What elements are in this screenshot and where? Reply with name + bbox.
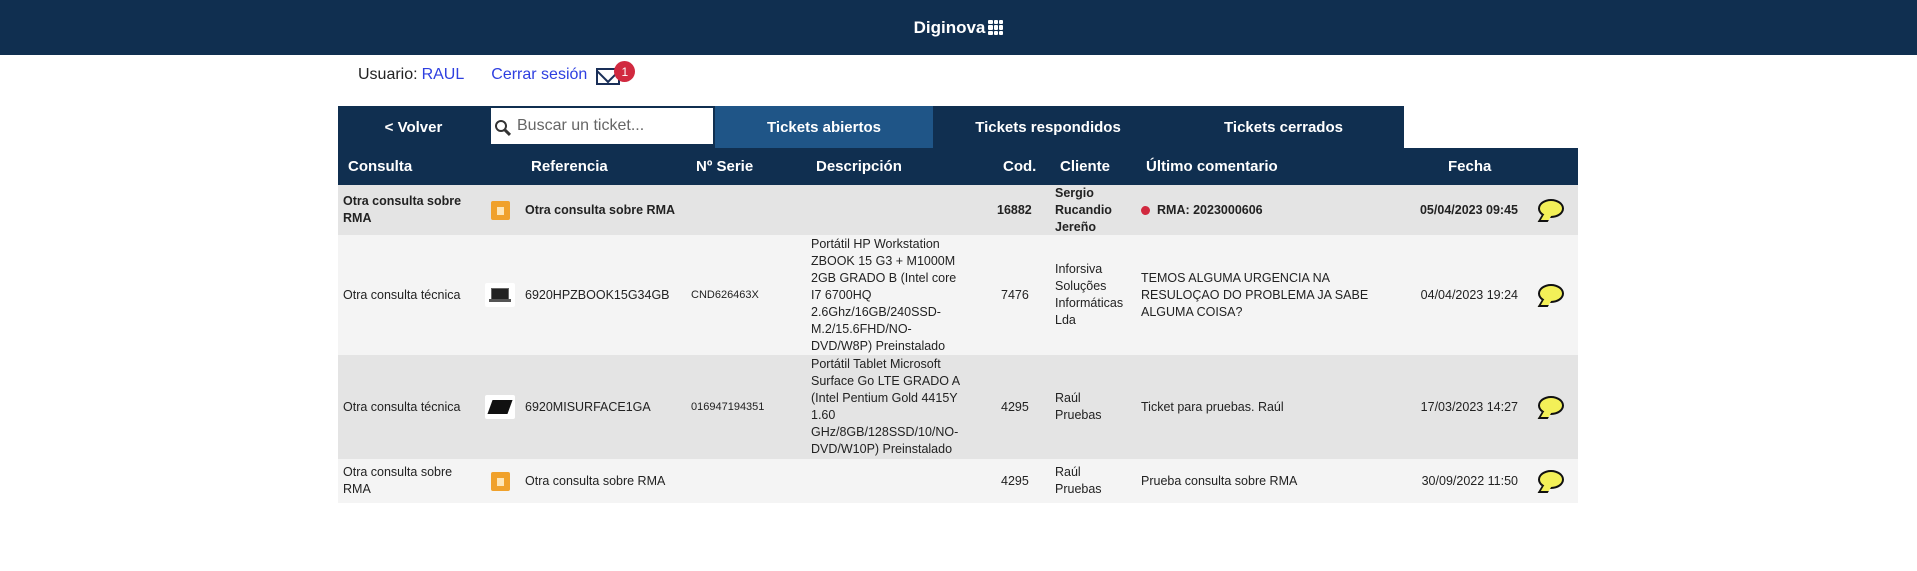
chat-button[interactable] bbox=[1538, 355, 1566, 459]
row-descripcion: Portátil Tablet Microsoft Surface Go LTE… bbox=[811, 357, 960, 456]
user-name-link[interactable]: RAUL bbox=[422, 66, 465, 84]
row-referencia: 6920MISURFACE1GA bbox=[525, 399, 651, 414]
search-icon bbox=[495, 120, 507, 132]
mail-button[interactable]: 1 bbox=[596, 61, 636, 85]
logo-grid-icon bbox=[988, 20, 1004, 35]
brand-name: Diginova bbox=[913, 17, 986, 37]
row-fecha: 30/09/2022 11:50 bbox=[1421, 473, 1518, 488]
row-comentario: TEMOS ALGUMA URGENCIA NA RESULOÇAO DO PR… bbox=[1141, 270, 1369, 319]
row-cod: 7476 bbox=[1001, 287, 1029, 302]
col-cod[interactable]: Cod. bbox=[1003, 158, 1036, 175]
row-thumb bbox=[485, 185, 515, 235]
row-serie: CND626463X bbox=[691, 288, 759, 301]
row-consulta: Otra consulta técnica bbox=[343, 399, 461, 414]
col-cliente[interactable]: Cliente bbox=[1060, 158, 1110, 175]
tablet-icon bbox=[487, 400, 513, 414]
box-icon bbox=[490, 200, 510, 220]
chat-button[interactable] bbox=[1538, 459, 1566, 503]
row-consulta: Otra consulta sobre RMA bbox=[343, 194, 462, 225]
row-cod: 16882 bbox=[997, 202, 1032, 217]
row-thumb bbox=[485, 355, 515, 459]
user-label: Usuario: bbox=[358, 66, 418, 83]
row-referencia: Otra consulta sobre RMA bbox=[525, 202, 676, 217]
chat-bubble-icon bbox=[1538, 470, 1566, 492]
row-cod: 4295 bbox=[1001, 399, 1029, 414]
row-thumb bbox=[485, 459, 515, 503]
col-comentario[interactable]: Último comentario bbox=[1146, 158, 1278, 175]
brand-logo[interactable]: Diginova bbox=[914, 18, 1004, 38]
table-header: Consulta Referencia Nº Serie Descripción… bbox=[338, 148, 1578, 185]
row-descripcion: Portátil HP Workstation ZBOOK 15 G3 + M1… bbox=[811, 236, 957, 353]
tab-closed-tickets[interactable]: Tickets cerrados bbox=[1163, 106, 1404, 148]
row-cliente: Raúl Pruebas bbox=[1055, 391, 1102, 422]
search-box bbox=[489, 106, 715, 148]
row-thumb bbox=[485, 235, 515, 355]
laptop-icon bbox=[489, 287, 511, 303]
col-fecha[interactable]: Fecha bbox=[1448, 158, 1491, 175]
col-descripcion[interactable]: Descripción bbox=[816, 158, 902, 175]
mail-count-badge: 1 bbox=[614, 61, 636, 82]
chat-bubble-icon bbox=[1538, 284, 1566, 306]
col-serie[interactable]: Nº Serie bbox=[696, 158, 753, 175]
row-fecha: 05/04/2023 09:45 bbox=[1419, 202, 1518, 217]
col-referencia[interactable]: Referencia bbox=[531, 158, 608, 175]
table-row[interactable]: Otra consulta técnica 6920MISURFACE1GA 0… bbox=[338, 355, 1578, 459]
user-bar: Usuario: RAUL Cerrar sesión 1 bbox=[358, 61, 636, 87]
unread-dot-icon bbox=[1141, 205, 1150, 215]
chat-bubble-icon bbox=[1538, 199, 1566, 221]
row-cliente: Inforsiva Soluções Informáticas Lda bbox=[1055, 262, 1124, 327]
row-comentario: RMA: 2023000606 bbox=[1141, 185, 1263, 235]
row-consulta: Otra consulta sobre RMA bbox=[343, 465, 453, 496]
chat-button[interactable] bbox=[1538, 235, 1566, 355]
row-fecha: 04/04/2023 19:24 bbox=[1420, 287, 1518, 302]
row-cliente: Sergio Rucandio Jereño bbox=[1055, 185, 1112, 234]
table-row[interactable]: Otra consulta sobre RMA Otra consulta so… bbox=[338, 185, 1578, 235]
row-comentario: Ticket para pruebas. Raúl bbox=[1141, 399, 1284, 414]
chat-button[interactable] bbox=[1538, 185, 1566, 235]
back-button[interactable]: < Volver bbox=[338, 106, 489, 148]
search-input[interactable] bbox=[515, 116, 699, 136]
row-consulta: Otra consulta técnica bbox=[343, 287, 461, 302]
row-referencia: 6920HPZBOOK15G34GB bbox=[525, 287, 670, 302]
tab-open-tickets[interactable]: Tickets abiertos bbox=[715, 106, 933, 148]
col-consulta[interactable]: Consulta bbox=[348, 158, 412, 175]
top-bar: Diginova bbox=[0, 0, 1917, 55]
row-serie: 016947194351 bbox=[691, 400, 765, 413]
tab-answered-tickets[interactable]: Tickets respondidos bbox=[933, 106, 1163, 148]
table-row[interactable]: Otra consulta sobre RMA Otra consulta so… bbox=[338, 459, 1578, 503]
table-row[interactable]: Otra consulta técnica 6920HPZBOOK15G34GB… bbox=[338, 235, 1578, 355]
logout-link[interactable]: Cerrar sesión bbox=[491, 66, 587, 84]
row-comentario: Prueba consulta sobre RMA bbox=[1141, 473, 1298, 488]
row-cliente: Raúl Pruebas bbox=[1055, 465, 1102, 496]
row-referencia: Otra consulta sobre RMA bbox=[525, 473, 666, 488]
ticket-tabs: < Volver Tickets abiertos Tickets respon… bbox=[338, 106, 1404, 148]
chat-bubble-icon bbox=[1538, 396, 1566, 418]
row-cod: 4295 bbox=[1001, 473, 1029, 488]
box-icon bbox=[490, 471, 510, 491]
row-fecha: 17/03/2023 14:27 bbox=[1420, 399, 1518, 414]
